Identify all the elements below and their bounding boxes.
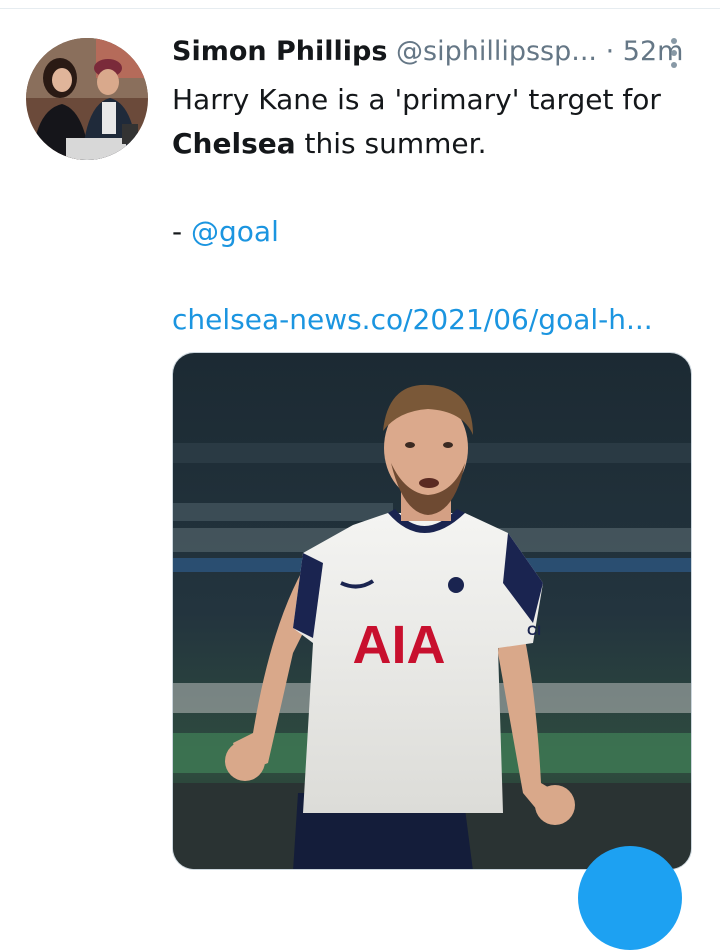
tweet-header: Simon Phillips @siphillipssp... · 52m (172, 30, 683, 74)
text-line-2: Chelsea this summer. (172, 122, 682, 166)
author-name[interactable]: Simon Phillips (172, 36, 387, 67)
text-line-1: Harry Kane is a 'primary' target for (172, 83, 661, 116)
sleeve-text: CI (527, 622, 541, 638)
author-handle[interactable]: @siphillipssp... (396, 36, 597, 67)
more-vertical-icon[interactable] (662, 36, 686, 70)
text-line-2-rest: this summer. (295, 127, 487, 160)
compose-fab-icon[interactable] (578, 846, 682, 950)
separator-dot: · (605, 36, 615, 67)
tweet-media-image[interactable]: AIA CI (172, 352, 692, 870)
highlight-chelsea: Chelsea (172, 127, 296, 160)
tweet-text: Harry Kane is a 'primary' target for Che… (172, 78, 682, 342)
attribution: - @goal (172, 210, 682, 254)
attribution-prefix: - (172, 215, 192, 248)
article-link[interactable]: chelsea-news.co/2021/06/goal-h... (172, 298, 682, 342)
avatar[interactable] (26, 38, 148, 160)
mention-goal[interactable]: @goal (191, 215, 279, 248)
tweet[interactable]: Simon Phillips @siphillipssp... · 52m Ha… (0, 0, 720, 950)
shirt-sponsor: AIA (353, 615, 446, 675)
